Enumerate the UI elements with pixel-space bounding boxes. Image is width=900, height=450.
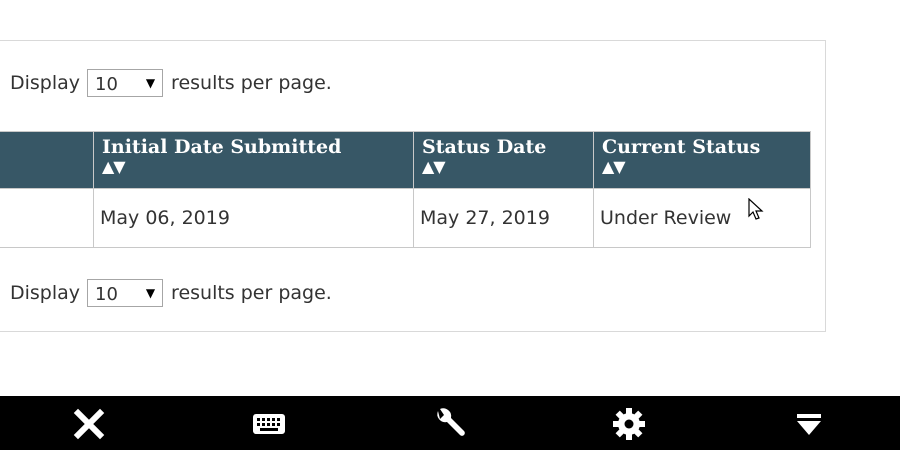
dropdown-menu-icon[interactable] <box>789 404 829 444</box>
pagination-top: Display 10 ▼ results per page. <box>10 68 332 98</box>
results-table: Initial Date Submitted ▲▼ Status Date ▲▼… <box>0 131 811 248</box>
sort-icon[interactable]: ▲▼ <box>602 158 802 175</box>
column-header-label: Current Status <box>602 136 761 158</box>
sort-icon[interactable]: ▲▼ <box>102 158 405 175</box>
table-cell-status-date: May 27, 2019 <box>413 188 594 248</box>
column-header-status-date[interactable]: Status Date ▲▼ <box>413 131 594 189</box>
table-cell-initial-date: May 06, 2019 <box>93 188 414 248</box>
per-page-select[interactable]: 10 ▼ <box>87 279 164 307</box>
column-header-initial-date[interactable]: Initial Date Submitted ▲▼ <box>93 131 414 189</box>
column-header-label: Initial Date Submitted <box>102 136 342 158</box>
column-header-first <box>0 131 94 189</box>
gear-icon[interactable] <box>609 404 649 444</box>
pagination-bottom: Display 10 ▼ results per page. <box>10 278 332 308</box>
column-header-current-status[interactable]: Current Status ▲▼ <box>593 131 811 189</box>
display-label: Display <box>10 282 81 304</box>
chevron-down-icon: ▼ <box>145 286 156 300</box>
sort-icon[interactable]: ▲▼ <box>422 158 585 175</box>
table-header-row: Initial Date Submitted ▲▼ Status Date ▲▼… <box>0 131 811 189</box>
wrench-icon[interactable] <box>429 404 469 444</box>
per-page-select[interactable]: 10 ▼ <box>87 69 164 97</box>
table-cell-first <box>0 188 94 248</box>
display-label: Display <box>10 72 81 94</box>
close-icon[interactable] <box>69 404 109 444</box>
table-row[interactable]: May 06, 2019 May 27, 2019 Under Review <box>0 188 811 248</box>
column-header-label: Status Date <box>422 136 547 158</box>
chevron-down-icon: ▼ <box>145 76 156 90</box>
results-per-page-label: results per page. <box>171 72 332 94</box>
mouse-cursor-icon <box>748 198 764 220</box>
keyboard-icon[interactable] <box>249 404 289 444</box>
bottom-toolbar <box>0 396 900 450</box>
per-page-value: 10 <box>95 283 118 305</box>
table-cell-current-status: Under Review <box>593 188 811 248</box>
per-page-value: 10 <box>95 73 118 95</box>
results-per-page-label: results per page. <box>171 282 332 304</box>
